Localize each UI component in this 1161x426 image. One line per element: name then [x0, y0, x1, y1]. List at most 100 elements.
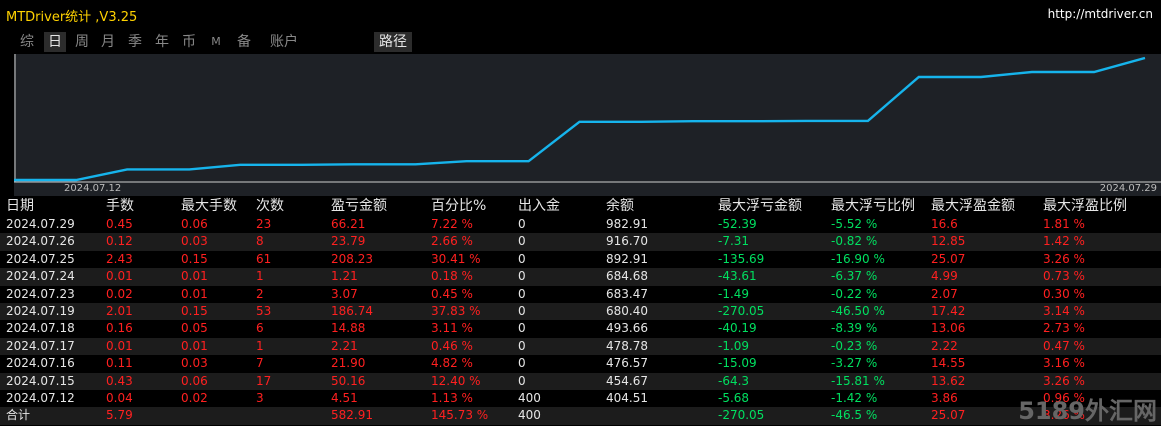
table-cell: 2024.07.26 — [6, 234, 75, 249]
table-cell: 4.51 — [331, 390, 358, 405]
tab-2[interactable]: 周 — [72, 32, 92, 52]
tab-6[interactable]: 币 — [179, 32, 199, 52]
table-cell: 0 — [518, 303, 526, 318]
column-header[interactable]: 次数 — [256, 198, 284, 215]
table-cell: 3.16 % — [1043, 356, 1085, 371]
table-cell: 0.01 — [181, 286, 208, 301]
tab-5[interactable]: 年 — [152, 32, 172, 52]
table-cell: -16.90 % — [831, 251, 885, 266]
table-cell: 0 — [518, 321, 526, 336]
table-cell: -8.39 % — [831, 321, 878, 336]
table-cell: 0.12 — [106, 234, 133, 249]
table-cell: 2024.07.15 — [6, 373, 75, 388]
table-cell: -5.52 % — [831, 217, 878, 231]
table-cell: 12.40 % — [431, 373, 481, 388]
tab-0[interactable]: 综 — [17, 32, 37, 52]
table-cell: 3.86 — [931, 390, 958, 405]
column-header[interactable]: 最大浮盈金额 — [931, 198, 1015, 215]
table-total-row: 合计 5.79 582.91 145.73 % 400 -270.05 -46.5 % 25.… — [0, 407, 1161, 425]
column-header[interactable]: 日期 — [6, 198, 34, 215]
table-cell: -43.61 — [718, 269, 757, 284]
table-row[interactable]: 2024.07.15 0.43 0.06 17 50.16 12.40 % 0 454.67 -… — [0, 372, 1161, 390]
table-cell: 0.15 — [181, 303, 208, 318]
tab-3[interactable]: 月 — [98, 32, 118, 52]
column-header[interactable]: 最大浮亏比例 — [831, 198, 915, 215]
table-cell: 14.55 — [931, 356, 966, 371]
app-title: MTDriver统计 ,V3.25 — [6, 10, 138, 25]
table-cell: 0.18 % — [431, 269, 473, 284]
table-cell: 0.30 % — [1043, 286, 1085, 301]
table-cell: -0.23 % — [831, 338, 878, 353]
table-cell: 23 — [256, 217, 272, 231]
column-header[interactable]: 百分比% — [431, 198, 486, 215]
table-cell: -5.68 — [718, 390, 750, 405]
table-cell: 0.45 — [106, 217, 133, 231]
table-cell: 0 — [518, 217, 526, 231]
table-cell: 0 — [518, 234, 526, 249]
site-link[interactable]: http://mtdriver.cn — [1048, 7, 1153, 21]
table-row[interactable]: 2024.07.23 0.02 0.01 2 3.07 0.45 % 0 683.47 -1.4… — [0, 286, 1161, 303]
table-cell: 8 — [256, 234, 264, 249]
table-cell: 23.79 — [331, 234, 366, 249]
table-cell: 0 — [518, 251, 526, 266]
table-row[interactable]: 2024.07.16 0.11 0.03 7 21.90 4.82 % 0 476.57 -15… — [0, 355, 1161, 372]
column-header[interactable]: 最大浮盈比例 — [1043, 198, 1127, 215]
table-row[interactable]: 2024.07.24 0.01 0.01 1 1.21 0.18 % 0 684.68 -43.… — [0, 268, 1161, 286]
table-cell: 0.73 % — [1043, 269, 1085, 284]
stats-table: 日期 手数 最大手数 次数 盈亏金额 百分比% 出入金 余额 最大浮亏金额 最大浮亏比例 最大浮盈金… — [0, 198, 1161, 425]
table-cell: 2.22 — [931, 338, 958, 353]
table-row[interactable]: 2024.07.26 0.12 0.03 8 23.79 2.66 % 0 916.70 -7.… — [0, 233, 1161, 251]
table-cell: -64.3 — [718, 373, 750, 388]
tab-4[interactable]: 季 — [125, 32, 145, 52]
table-cell: 454.67 — [606, 373, 648, 388]
table-cell: -7.31 — [718, 234, 750, 249]
column-header[interactable]: 最大手数 — [181, 198, 237, 215]
table-cell: 0.16 — [106, 321, 133, 336]
table-cell: 17.42 — [931, 303, 966, 318]
table-cell: 0 — [518, 356, 526, 371]
tab-8[interactable]: 备 — [234, 32, 254, 52]
table-cell: 6 — [256, 321, 264, 336]
table-cell: 3.14 % — [1043, 303, 1085, 318]
table-cell: 0 — [518, 338, 526, 353]
table-cell: 2024.07.23 — [6, 286, 75, 301]
tab-1[interactable]: 日 — [44, 32, 66, 52]
table-cell: 2.01 — [106, 303, 133, 318]
total-cell: 合计 — [6, 408, 31, 423]
table-cell: 0.03 — [181, 356, 208, 371]
table-cell: 2.73 % — [1043, 321, 1085, 336]
column-header[interactable]: 余额 — [606, 198, 634, 215]
table-cell: 1.42 % — [1043, 234, 1085, 249]
table-row[interactable]: 2024.07.18 0.16 0.05 6 14.88 3.11 % 0 493.66 -40… — [0, 320, 1161, 337]
table-cell: 186.74 — [331, 303, 373, 318]
table-cell: 0 — [518, 373, 526, 388]
table-cell: 14.88 — [331, 321, 366, 336]
table-cell: 16.6 — [931, 217, 958, 231]
table-row[interactable]: 2024.07.19 2.01 0.15 53 186.74 37.83 % 0 680.40… — [0, 302, 1161, 321]
table-cell: 3.26 % — [1043, 251, 1085, 266]
table-row[interactable]: 2024.07.29 0.45 0.06 23 66.21 7.22 % 0 982.91 -5… — [0, 216, 1161, 233]
tab-10[interactable]: 路径 — [374, 32, 412, 52]
table-cell: 17 — [256, 373, 272, 388]
table-row[interactable]: 2024.07.17 0.01 0.01 1 2.21 0.46 % 0 478.78 -1.0… — [0, 337, 1161, 356]
table-cell: 4.99 — [931, 269, 958, 284]
total-cell: 25.07 — [931, 408, 966, 423]
table-cell: 66.21 — [331, 217, 366, 231]
column-header[interactable]: 出入金 — [518, 198, 560, 215]
total-cell: -270.05 — [718, 408, 765, 423]
tab-7[interactable]: M — [208, 32, 224, 52]
table-cell: 2024.07.25 — [6, 251, 75, 266]
table-row[interactable]: 2024.07.12 0.04 0.02 3 4.51 1.13 % 400 404.51 -5… — [0, 390, 1161, 407]
table-cell: 680.40 — [606, 303, 648, 318]
table-cell: 0.11 — [106, 356, 133, 371]
table-cell: -3.27 % — [831, 356, 878, 371]
column-header[interactable]: 手数 — [106, 198, 134, 215]
table-row[interactable]: 2024.07.25 2.43 0.15 61 208.23 30.41 % 0 892.91… — [0, 251, 1161, 268]
title-bar: MTDriver统计 ,V3.25 http://mtdriver.cn — [0, 0, 1161, 30]
column-header[interactable]: 最大浮亏金额 — [718, 198, 802, 215]
column-header[interactable]: 盈亏金额 — [331, 198, 387, 215]
table-cell: 2.66 % — [431, 234, 473, 249]
table-cell: 1 — [256, 338, 264, 353]
table-cell: 683.47 — [606, 286, 648, 301]
tab-9[interactable]: 账户 — [264, 32, 304, 52]
